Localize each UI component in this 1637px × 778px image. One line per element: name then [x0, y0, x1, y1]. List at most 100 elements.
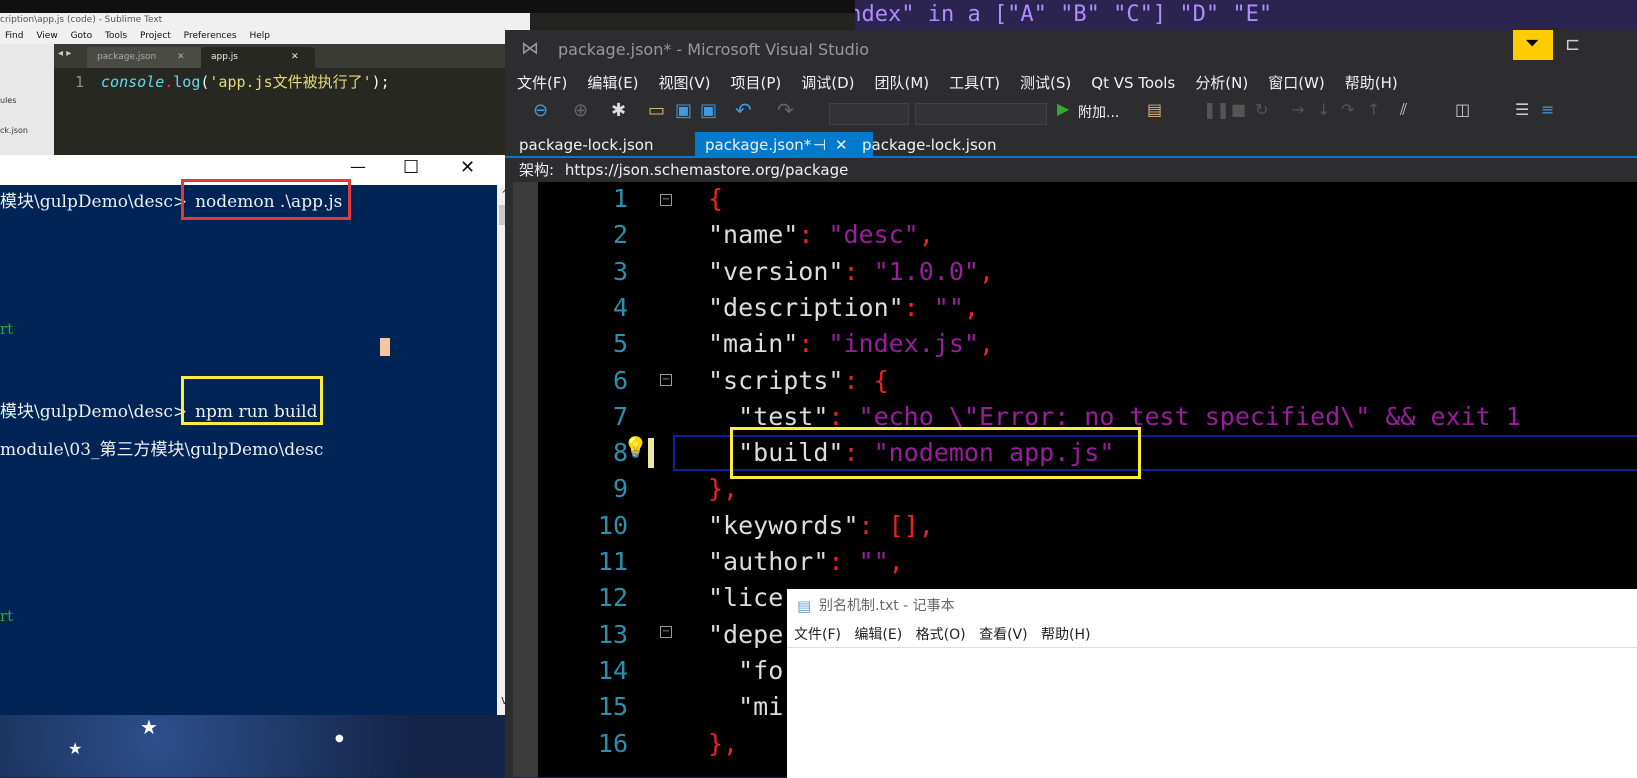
tab-label: package.json* — [705, 136, 812, 154]
platform-dropdown[interactable] — [915, 103, 1047, 125]
schema-bar[interactable]: 架构: https://json.schemastore.org/package — [513, 158, 1637, 182]
schema-url[interactable]: https://json.schemastore.org/package — [565, 161, 849, 179]
minimize-button[interactable]: — — [350, 157, 366, 176]
fold-toggle-icon[interactable]: − — [660, 626, 672, 638]
config-dropdown[interactable] — [829, 103, 909, 125]
new-project-icon[interactable]: ✱ — [611, 100, 626, 121]
notepad-text-area[interactable] — [787, 647, 1637, 778]
cmd-output[interactable]: 模块\gulpDemo\desc> nodemon .\app.js rt 模块\… — [0, 179, 497, 715]
menu-edit[interactable]: 编辑(E) — [854, 627, 902, 643]
undo-icon[interactable]: ↶ — [735, 98, 752, 122]
find-icon[interactable]: ▤ — [1147, 100, 1162, 119]
code-token: log — [173, 73, 201, 91]
code-line: "main": "index.js", — [708, 329, 994, 358]
menu-find[interactable]: Find — [5, 31, 23, 41]
line-number: 11 — [597, 547, 628, 576]
cursor-block — [380, 338, 390, 356]
fold-toggle-icon[interactable]: − — [660, 374, 672, 386]
restart-icon[interactable]: ↻ — [1255, 100, 1268, 119]
menu-project[interactable]: Project — [140, 31, 171, 41]
play-icon[interactable]: ▶ — [1057, 99, 1069, 118]
tab-package-json[interactable]: package.json ✕ — [87, 47, 201, 68]
menu-qt-vs-tools[interactable]: Qt VS Tools — [1091, 70, 1175, 96]
close-button[interactable]: ✕ — [460, 157, 475, 178]
step-into-icon[interactable]: ↓ — [1317, 100, 1330, 119]
forward-icon[interactable]: ⊕ — [573, 100, 588, 121]
lightbulb-icon[interactable]: 💡 — [623, 435, 648, 459]
close-icon[interactable]: ✕ — [291, 47, 299, 68]
tab-app-js[interactable]: app.js ✕ — [201, 47, 315, 68]
sublime-menubar: Find View Goto Tools Project Preferences… — [0, 28, 530, 44]
align-icon[interactable]: ☰ — [1515, 100, 1529, 119]
code-token: "author" — [708, 547, 829, 576]
tab-package-lock-json[interactable]: package-lock.json — [509, 132, 663, 158]
menu-analyze[interactable]: 分析(N) — [1195, 70, 1248, 96]
stop-icon[interactable]: ■ — [1231, 100, 1246, 119]
comment-icon[interactable]: ≡ — [1541, 100, 1554, 119]
feedback-icon[interactable]: ⏷ — [1513, 30, 1553, 60]
close-icon[interactable]: ✕ — [177, 47, 185, 68]
tool-icon[interactable]: ◫ — [1455, 100, 1470, 119]
menu-project[interactable]: 项目(P) — [731, 70, 782, 96]
menu-window[interactable]: 窗口(W) — [1268, 70, 1325, 96]
fold-toggle-icon[interactable]: − — [660, 194, 672, 206]
menu-file[interactable]: 文件(F) — [794, 627, 841, 643]
attach-button[interactable]: 附加... — [1078, 102, 1119, 122]
menu-view[interactable]: 视图(V) — [659, 70, 711, 96]
yellow-highlight-box — [730, 427, 1141, 479]
open-folder-icon[interactable]: ▭ — [648, 100, 665, 121]
pin-icon[interactable]: ⊣ — [813, 132, 826, 158]
menu-preferences[interactable]: Preferences — [184, 31, 237, 41]
menu-debug[interactable]: 调试(D) — [801, 70, 854, 96]
menu-view[interactable]: View — [36, 31, 57, 41]
menu-help[interactable]: 帮助(H) — [1345, 70, 1398, 96]
menu-edit[interactable]: 编辑(E) — [587, 70, 638, 96]
code-line: "description": "", — [708, 293, 979, 322]
tab-package-lock-json-2[interactable]: package-lock.json — [852, 132, 1006, 158]
close-icon[interactable]: ✕ — [835, 132, 848, 158]
code-token: ); — [371, 73, 390, 91]
vs-tabbar: package-lock.json package.json* ⊣ ✕ pack… — [505, 130, 1637, 158]
sublime-editor[interactable]: 1 console.log('app.js文件被执行了'); — [54, 68, 530, 165]
save-icon[interactable]: ▣ — [675, 100, 692, 121]
maximize-button[interactable]: ☐ — [403, 157, 419, 178]
cmd-window[interactable]: — ☐ ✕ 模块\gulpDemo\desc> nodemon .\app.js … — [0, 155, 515, 715]
redo-icon[interactable]: ↷ — [777, 98, 794, 122]
tool-icon[interactable]: ⫽ — [1400, 100, 1407, 120]
code-token: "keywords" — [708, 511, 859, 540]
vs-logo-icon: ⋈ — [521, 38, 539, 59]
code-line: "fo — [708, 656, 783, 685]
menu-format[interactable]: 格式(O) — [916, 627, 966, 643]
tab-package-json-active[interactable]: package.json* ⊣ ✕ — [695, 132, 873, 158]
step-icon[interactable]: → — [1291, 100, 1304, 119]
code-token: : [], — [858, 511, 934, 540]
line-number: 15 — [597, 692, 628, 721]
menu-file[interactable]: 文件(F) — [517, 70, 567, 96]
menu-tools[interactable]: Tools — [105, 31, 127, 41]
sidebar-item[interactable]: ules — [0, 96, 16, 105]
vs-titlebar[interactable]: ⋈ package.json* - Microsoft Visual Studi… — [505, 30, 1637, 70]
menu-help[interactable]: Help — [249, 31, 270, 41]
pause-icon[interactable]: ❚❚ — [1203, 100, 1230, 119]
save-all-icon[interactable]: ▣ — [700, 100, 717, 121]
menu-tools[interactable]: 工具(T) — [949, 70, 1000, 96]
back-icon[interactable]: ⊖ — [533, 100, 548, 121]
menu-goto[interactable]: Goto — [71, 31, 93, 41]
notepad-window[interactable]: ▤ 别名机制.txt - 记事本 文件(F) 编辑(E) 格式(O) 查看(V)… — [787, 589, 1637, 778]
sublime-titlebar[interactable]: cription\app.js (code) - Sublime Text – … — [0, 13, 530, 28]
code-token: "mi — [708, 692, 784, 721]
menu-view[interactable]: 查看(V) — [979, 627, 1028, 643]
menu-test[interactable]: 测试(S) — [1020, 70, 1071, 96]
menu-help[interactable]: 帮助(H) — [1041, 627, 1090, 643]
notepad-titlebar[interactable]: ▤ 别名机制.txt - 记事本 — [787, 589, 1637, 623]
sidebar-item[interactable]: ck.json — [0, 126, 28, 135]
window-control-icon[interactable]: ⊏ — [1565, 34, 1580, 55]
line-number: 9 — [612, 474, 628, 503]
menu-team[interactable]: 团队(M) — [875, 70, 930, 96]
line-number: 1 — [74, 73, 84, 91]
code-line: "keywords": [], — [708, 511, 934, 540]
tab-nav-arrows-icon[interactable]: ◂ ▸ — [58, 48, 71, 59]
step-out-icon[interactable]: ↑ — [1367, 100, 1380, 119]
step-over-icon[interactable]: ↷ — [1341, 100, 1354, 119]
code-token: "description" — [708, 293, 904, 322]
